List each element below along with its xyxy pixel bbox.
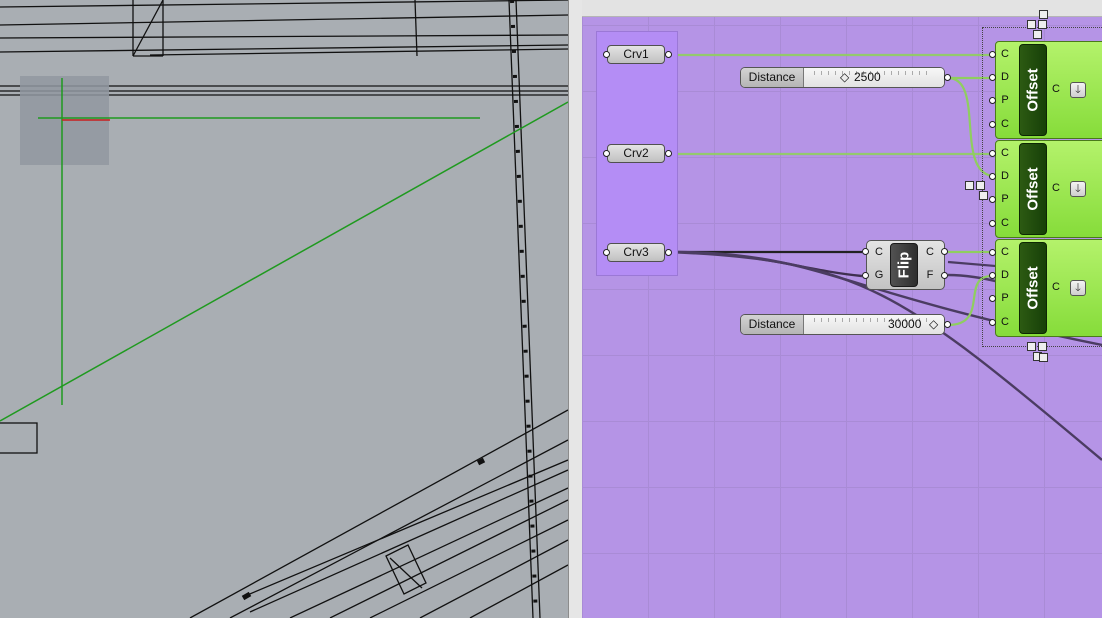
offset-3-core[interactable]: Offset: [1019, 242, 1047, 334]
offset-1-core[interactable]: Offset: [1019, 44, 1047, 136]
offset-3-grip-c[interactable]: [989, 249, 996, 256]
zui-left-icon[interactable]: [962, 181, 988, 191]
zui-bottom-plusminus-icon[interactable]: [1024, 342, 1050, 361]
slider-2-label: Distance: [741, 315, 804, 334]
rhino-viewport[interactable]: [0, 0, 568, 618]
slider-1-track[interactable]: ◇ 2500: [804, 68, 944, 87]
slider-1-output-grip[interactable]: [944, 74, 951, 81]
flip-core[interactable]: Flip: [890, 243, 918, 287]
crv3-output-grip[interactable]: [665, 249, 672, 256]
offset-2-dropdown-icon[interactable]: 🡓: [1070, 181, 1086, 197]
offset-1-dropdown-icon[interactable]: 🡓: [1070, 82, 1086, 98]
offset-3-grip-d[interactable]: [989, 272, 996, 279]
slider-2-track[interactable]: 30000 ◇: [804, 315, 944, 334]
canvas-toolbar: [582, 0, 1102, 17]
offset-1-input-p[interactable]: P: [998, 94, 1012, 106]
distance-slider-2[interactable]: Distance 30000 ◇: [740, 314, 945, 335]
offset-2-output-c[interactable]: C: [1049, 182, 1063, 194]
crv3-label: Crv3: [623, 245, 649, 259]
offset-1-output-c[interactable]: C: [1049, 83, 1063, 95]
flip-output-c[interactable]: C: [923, 246, 937, 258]
crv3-input-grip[interactable]: [603, 249, 610, 256]
offset-1-grip-c2[interactable]: [989, 121, 996, 128]
distance-slider-1[interactable]: Distance ◇ 2500: [740, 67, 945, 88]
offset-1-input-d[interactable]: D: [998, 71, 1012, 83]
offset-3-input-p[interactable]: P: [998, 292, 1012, 304]
zui-bottom-icon[interactable]: [1030, 353, 1056, 363]
offset-2-input-c[interactable]: C: [998, 147, 1012, 159]
slider-1-value: 2500: [854, 70, 881, 84]
offset-3-grip-c2[interactable]: [989, 319, 996, 326]
crv2-label: Crv2: [623, 146, 649, 160]
offset-component-1[interactable]: C D P C Offset C 🡓: [995, 41, 1102, 139]
offset-2-input-d[interactable]: D: [998, 170, 1012, 182]
slider-2-value: 30000: [888, 317, 922, 331]
offset-3-input-c[interactable]: C: [998, 246, 1012, 258]
zui-top-plusminus-icon[interactable]: [1024, 20, 1050, 39]
flip-name: Flip: [895, 251, 913, 279]
flip-grip-out-f[interactable]: [941, 272, 948, 279]
offset-3-name: Offset: [1024, 266, 1042, 310]
slider-2-output-grip[interactable]: [944, 321, 951, 328]
zui-top-icon[interactable]: [1030, 10, 1056, 20]
zui-left-minus-icon[interactable]: [970, 191, 996, 201]
flip-input-c[interactable]: C: [872, 246, 886, 258]
flip-grip-in-c[interactable]: [862, 248, 869, 255]
flip-grip-in-g[interactable]: [862, 272, 869, 279]
offset-3-input-d[interactable]: D: [998, 269, 1012, 281]
slider-2-knob-icon[interactable]: ◇: [929, 315, 938, 334]
offset-component-2[interactable]: C D P C Offset C 🡓: [995, 140, 1102, 238]
offset-2-core[interactable]: Offset: [1019, 143, 1047, 235]
viewport-geometry: [0, 0, 568, 618]
offset-1-grip-c[interactable]: [989, 51, 996, 58]
offset-2-grip-d[interactable]: [989, 173, 996, 180]
offset-3-grip-p[interactable]: [989, 295, 996, 302]
crv1-label: Crv1: [623, 47, 649, 61]
crv1-param[interactable]: Crv1: [607, 45, 665, 64]
crv1-input-grip[interactable]: [603, 51, 610, 58]
flip-component[interactable]: C G Flip C F: [866, 240, 945, 290]
offset-2-grip-c[interactable]: [989, 150, 996, 157]
flip-grip-out-c[interactable]: [941, 248, 948, 255]
crv2-output-grip[interactable]: [665, 150, 672, 157]
offset-3-output-c[interactable]: C: [1049, 281, 1063, 293]
slider-1-label: Distance: [741, 68, 804, 87]
offset-3-dropdown-icon[interactable]: 🡓: [1070, 280, 1086, 296]
offset-2-input-c2[interactable]: C: [998, 217, 1012, 229]
offset-3-input-c2[interactable]: C: [998, 316, 1012, 328]
crv2-param[interactable]: Crv2: [607, 144, 665, 163]
offset-1-input-c2[interactable]: C: [998, 118, 1012, 130]
offset-1-input-c[interactable]: C: [998, 48, 1012, 60]
offset-2-name: Offset: [1024, 167, 1042, 211]
flip-input-g[interactable]: G: [872, 269, 886, 281]
panel-splitter[interactable]: [568, 0, 582, 618]
offset-1-name: Offset: [1024, 68, 1042, 112]
offset-2-grip-c2[interactable]: [989, 220, 996, 227]
crv2-input-grip[interactable]: [603, 150, 610, 157]
offset-2-input-p[interactable]: P: [998, 193, 1012, 205]
crv1-output-grip[interactable]: [665, 51, 672, 58]
offset-1-grip-d[interactable]: [989, 74, 996, 81]
crv3-param[interactable]: Crv3: [607, 243, 665, 262]
offset-1-grip-p[interactable]: [989, 97, 996, 104]
offset-component-3[interactable]: C D P C Offset C 🡓: [995, 239, 1102, 337]
slider-1-knob-icon[interactable]: ◇: [840, 68, 849, 87]
flip-output-f[interactable]: F: [923, 269, 937, 281]
